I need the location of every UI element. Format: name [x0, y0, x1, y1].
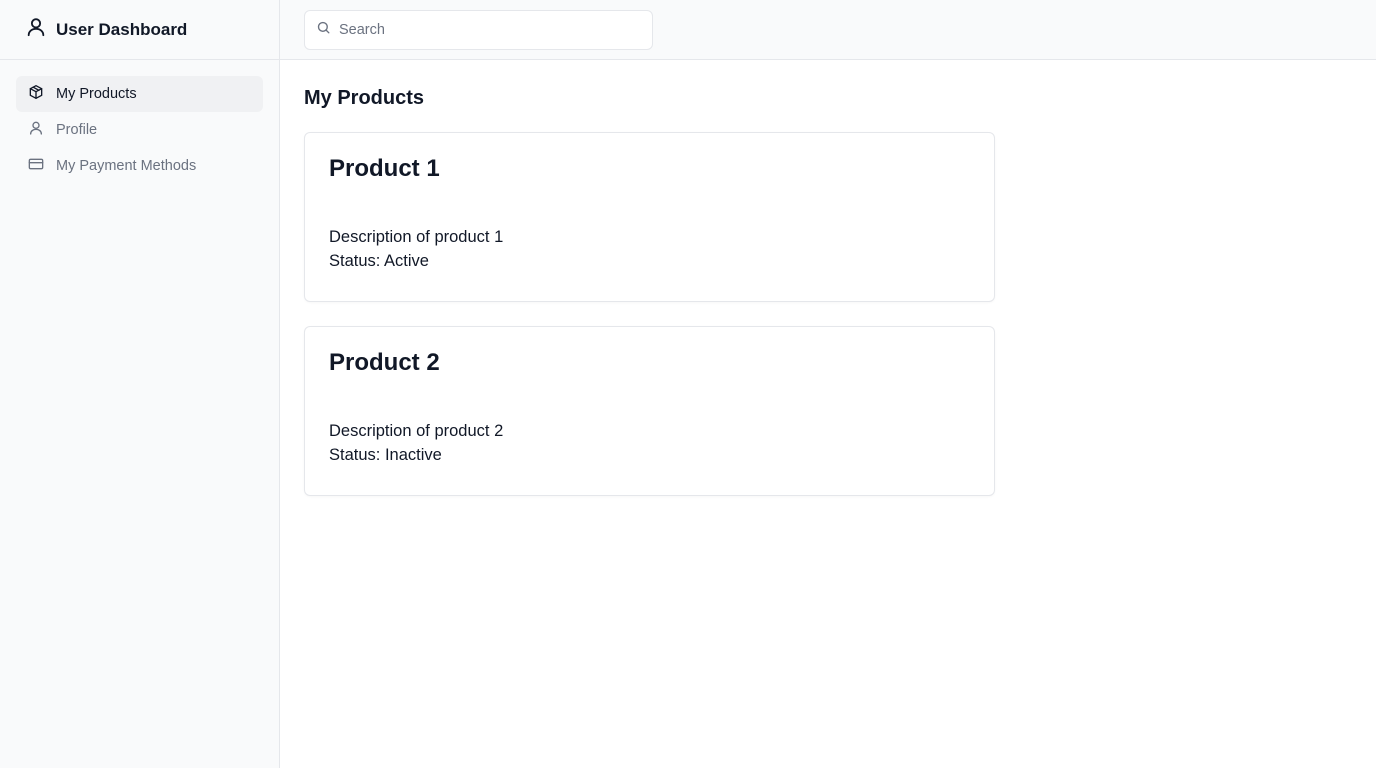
sidebar: User Dashboard My Products Profile My Pa…	[0, 0, 280, 768]
sidebar-nav: My Products Profile My Payment Methods	[0, 60, 279, 200]
brand: User Dashboard	[0, 0, 279, 60]
product-card: Product 2 Description of product 2 Statu…	[304, 326, 995, 496]
user-icon	[25, 16, 47, 43]
content: My Products Product 1 Description of pro…	[280, 60, 1376, 546]
product-description: Description of product 2	[329, 422, 504, 440]
search-icon	[316, 20, 331, 40]
page-title: My Products	[304, 87, 425, 109]
main-area: My Products Product 1 Description of pro…	[280, 0, 1376, 768]
user-icon	[28, 120, 44, 140]
product-list: Product 1 Description of product 1 Statu…	[304, 132, 1352, 496]
product-title: Product 2	[329, 349, 440, 376]
sidebar-item-my-products[interactable]: My Products	[16, 76, 263, 112]
sidebar-item-label: My Payment Methods	[56, 158, 197, 174]
product-title: Product 1	[329, 155, 440, 182]
product-status: Status: Active	[329, 252, 429, 270]
product-card: Product 1 Description of product 1 Statu…	[304, 132, 995, 302]
credit-card-icon	[28, 156, 44, 176]
product-description: Description of product 1	[329, 228, 504, 246]
sidebar-item-label: My Products	[56, 86, 137, 102]
sidebar-item-profile[interactable]: Profile	[16, 112, 263, 148]
search-box[interactable]	[304, 9, 653, 50]
product-status: Status: Inactive	[329, 446, 442, 464]
package-icon	[28, 84, 44, 104]
sidebar-item-payment-methods[interactable]: My Payment Methods	[16, 148, 263, 184]
search-input[interactable]	[339, 21, 629, 38]
top-bar	[280, 0, 1376, 60]
sidebar-item-label: Profile	[56, 122, 98, 138]
app-root: User Dashboard My Products Profile My Pa…	[0, 0, 1376, 768]
app-title: User Dashboard	[56, 19, 188, 39]
